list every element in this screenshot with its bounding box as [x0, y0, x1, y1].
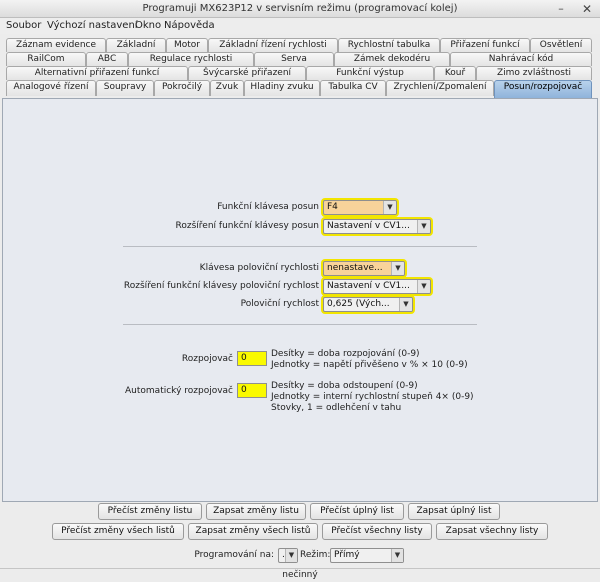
tab-zrychleni-zpomaleni[interactable]: Zrychlení/Zpomalení [386, 80, 494, 96]
title-bar: Programuji MX623P12 v servisním režimu (… [0, 0, 600, 18]
menu-okno[interactable]: Okno [135, 20, 161, 31]
half-speed-key-label: Klávesa poloviční rychlosti [199, 263, 319, 273]
half-speed-ext-select[interactable]: Nastavení v CV1... ▼ [323, 279, 431, 294]
tab-prirazeni-funkci[interactable]: Přiřazení funkcí [440, 38, 530, 52]
tab-zimo-zvlastnosti[interactable]: Zimo zvláštnosti [476, 66, 592, 80]
programming-on-label: Programování na: [194, 550, 274, 560]
tab-strip: Záznam evidence Základní Motor Základní … [0, 34, 600, 98]
chevron-down-icon: ▼ [399, 298, 412, 311]
chevron-down-icon: ▼ [383, 201, 396, 214]
separator [123, 324, 477, 325]
tab-motor[interactable]: Motor [166, 38, 208, 52]
tab-regulace-rychlosti[interactable]: Regulace rychlosti [128, 52, 254, 66]
app-window: Programuji MX623P12 v servisním režimu (… [0, 0, 600, 582]
uncoupler-desc-1: Desítky = doba rozpojování (0-9) [271, 349, 420, 359]
read-all-sheets-button[interactable]: Přečíst všechny listy [322, 523, 432, 540]
chevron-down-icon: ▼ [417, 280, 430, 293]
auto-uncoupler-desc-2: Jednotky = interní rychlostní stupeň 4× … [271, 392, 474, 402]
write-sheet-changes-button[interactable]: Zapsat změny listu [206, 503, 306, 520]
read-all-sheet-changes-button[interactable]: Přečíst změny všech listů [52, 523, 184, 540]
half-speed-select[interactable]: 0,625 (Vých... ▼ [323, 297, 413, 312]
uncoupler-label: Rozpojovač [181, 354, 233, 364]
auto-uncoupler-desc-1: Desítky = doba odstoupení (0-9) [271, 381, 418, 391]
tab-kour[interactable]: Kouř [434, 66, 476, 80]
function-key-ext-label: Rozšíření funkční klávesy posun [175, 221, 319, 231]
function-key-select[interactable]: F4 ▼ [323, 200, 397, 215]
tab-tabulka-cv[interactable]: Tabulka CV [320, 80, 386, 96]
menu-soubor[interactable]: Soubor [6, 20, 41, 31]
uncoupler-input[interactable]: 0 [237, 351, 267, 366]
chevron-down-icon: ▼ [285, 549, 297, 562]
tab-zaznam-evidence[interactable]: Záznam evidence [6, 38, 106, 52]
tab-railcom[interactable]: RailCom [6, 52, 86, 66]
function-key-ext-select[interactable]: Nastavení v CV1... ▼ [323, 219, 431, 234]
auto-uncoupler-input[interactable]: 0 [237, 383, 267, 398]
chevron-down-icon: ▼ [391, 549, 403, 562]
half-speed-key-select[interactable]: nenastave... ▼ [323, 261, 405, 276]
tab-zvuk[interactable]: Zvuk [210, 80, 244, 96]
function-key-label: Funkční klávesa posun [217, 202, 319, 212]
uncoupler-desc-2: Jednotky = napětí přivěšeno v % × 10 (0-… [271, 360, 468, 370]
tab-zakladni[interactable]: Základní [106, 38, 166, 52]
separator [123, 246, 477, 247]
write-full-sheet-button[interactable]: Zapsat úplný list [408, 503, 500, 520]
chevron-down-icon: ▼ [391, 262, 404, 275]
chevron-down-icon: ▼ [417, 220, 430, 233]
read-sheet-changes-button[interactable]: Přečíst změny listu [98, 503, 202, 520]
auto-uncoupler-label: Automatický rozpojovač [125, 386, 233, 396]
tab-soupravy[interactable]: Soupravy [96, 80, 154, 96]
tab-abc[interactable]: ABC [86, 52, 128, 66]
tab-funkcni-vystup[interactable]: Funkční výstup [306, 66, 434, 80]
tab-rychlostni-tabulka[interactable]: Rychlostní tabulka [338, 38, 440, 52]
read-full-sheet-button[interactable]: Přečíst úplný list [310, 503, 404, 520]
mode-label: Režim: [300, 550, 331, 560]
write-all-sheets-button[interactable]: Zapsat všechny listy [436, 523, 548, 540]
tab-zamek-dekoderu[interactable]: Zámek dekodéru [334, 52, 450, 66]
menu-vychozi-nastaveni[interactable]: Výchozí nastavení [47, 20, 138, 31]
tab-osvetleni[interactable]: Osvětlení [530, 38, 592, 52]
tab-zakladni-rizeni-rychlosti[interactable]: Základní řízení rychlosti [208, 38, 338, 52]
close-icon[interactable]: ✕ [580, 2, 594, 16]
tab-nahravaci-kod[interactable]: Nahrávací kód [450, 52, 592, 66]
menu-napoveda[interactable]: Nápověda [164, 20, 215, 31]
tab-alternativni-prirazeni-funkci[interactable]: Alternativní přiřazení funkcí [6, 66, 188, 80]
minimize-icon[interactable]: – [554, 2, 568, 16]
window-title: Programuji MX623P12 v servisním režimu (… [142, 3, 458, 14]
tab-panel-posun-rozpojovac: Funkční klávesa posun F4 ▼ Rozšíření fun… [2, 98, 598, 502]
tab-analogove-rizeni[interactable]: Analogové řízení [6, 80, 96, 96]
half-speed-label: Poloviční rychlost [240, 299, 319, 309]
tab-svycarske-prirazeni[interactable]: Švýcarské přiřazení [188, 66, 306, 80]
status-bar: nečinný [0, 568, 600, 582]
tab-hladiny-zvuku[interactable]: Hladiny zvuku [244, 80, 320, 96]
tab-serva[interactable]: Serva [254, 52, 334, 66]
tab-posun-rozpojovac[interactable]: Posun/rozpojovač [494, 80, 592, 98]
half-speed-ext-label: Rozšíření funkční klávesy poloviční rych… [123, 281, 319, 291]
tab-pokrocily[interactable]: Pokročilý [154, 80, 210, 96]
mode-select[interactable]: Přímý ▼ [330, 548, 404, 563]
programming-on-select[interactable]: . ▼ [278, 548, 298, 563]
write-all-sheet-changes-button[interactable]: Zapsat změny všech listů [188, 523, 318, 540]
menu-bar: Soubor Výchozí nastavení Okno Nápověda [0, 18, 600, 34]
auto-uncoupler-desc-3: Stovky, 1 = odlehčení v tahu [271, 403, 402, 413]
